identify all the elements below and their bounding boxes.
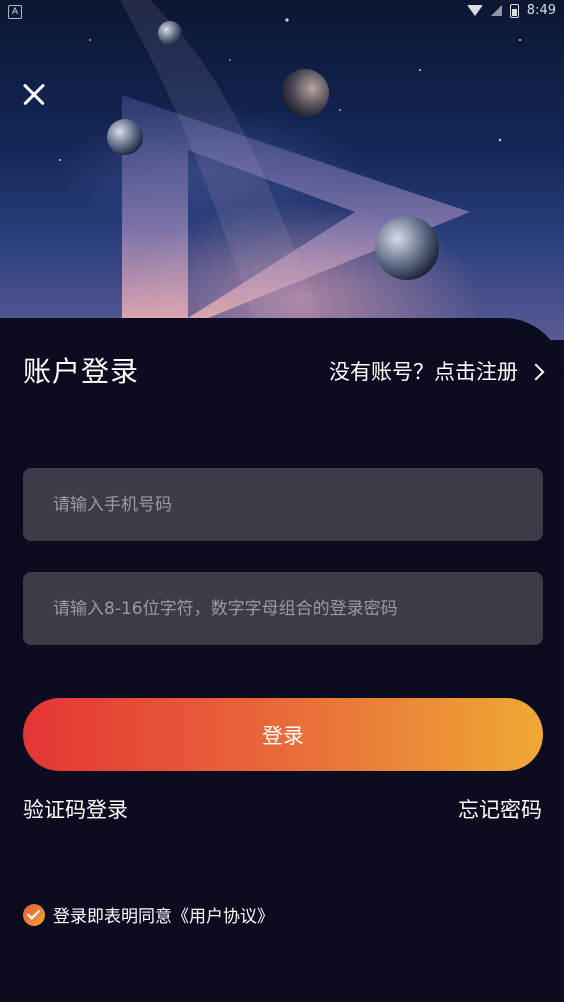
register-link[interactable]: 没有账号？点击注册 xyxy=(329,354,545,390)
phone-field-container xyxy=(23,468,543,541)
phone-input[interactable] xyxy=(23,468,543,541)
agreement-text: 登录即表明同意 xyxy=(53,907,172,927)
sms-login-link[interactable]: 验证码登录 xyxy=(23,794,128,826)
login-screen: A 8:49 账户登录 没有账号？点击注册 登录 验证码登录 忘记密码 xyxy=(0,0,564,1002)
wifi-icon xyxy=(466,5,483,16)
space-banner-image: A 8:49 xyxy=(0,0,564,340)
password-field-container xyxy=(23,572,543,645)
page-title: 账户登录 xyxy=(23,355,140,388)
status-bar: A 8:49 xyxy=(0,0,564,24)
banner-illustration xyxy=(59,0,521,340)
agreement-row: 登录即表明同意 《用户协议》 xyxy=(23,902,274,927)
signal-icon xyxy=(490,5,502,16)
chevron-right-icon xyxy=(527,363,545,381)
user-agreement-link[interactable]: 《用户协议》 xyxy=(172,902,274,927)
forgot-password-link[interactable]: 忘记密码 xyxy=(458,794,542,826)
status-time: 8:49 xyxy=(526,3,556,18)
notification-badge: A xyxy=(8,5,22,19)
status-icons: 8:49 xyxy=(466,3,556,18)
close-icon[interactable] xyxy=(18,78,50,110)
agreement-checkbox[interactable] xyxy=(23,903,45,926)
login-button[interactable]: 登录 xyxy=(23,698,543,771)
register-link-label: 没有账号？点击注册 xyxy=(329,360,518,384)
battery-icon xyxy=(509,3,519,18)
login-panel: 账户登录 没有账号？点击注册 登录 验证码登录 忘记密码 登录即表明同意 《用户… xyxy=(0,318,564,1002)
password-input[interactable] xyxy=(23,572,543,645)
